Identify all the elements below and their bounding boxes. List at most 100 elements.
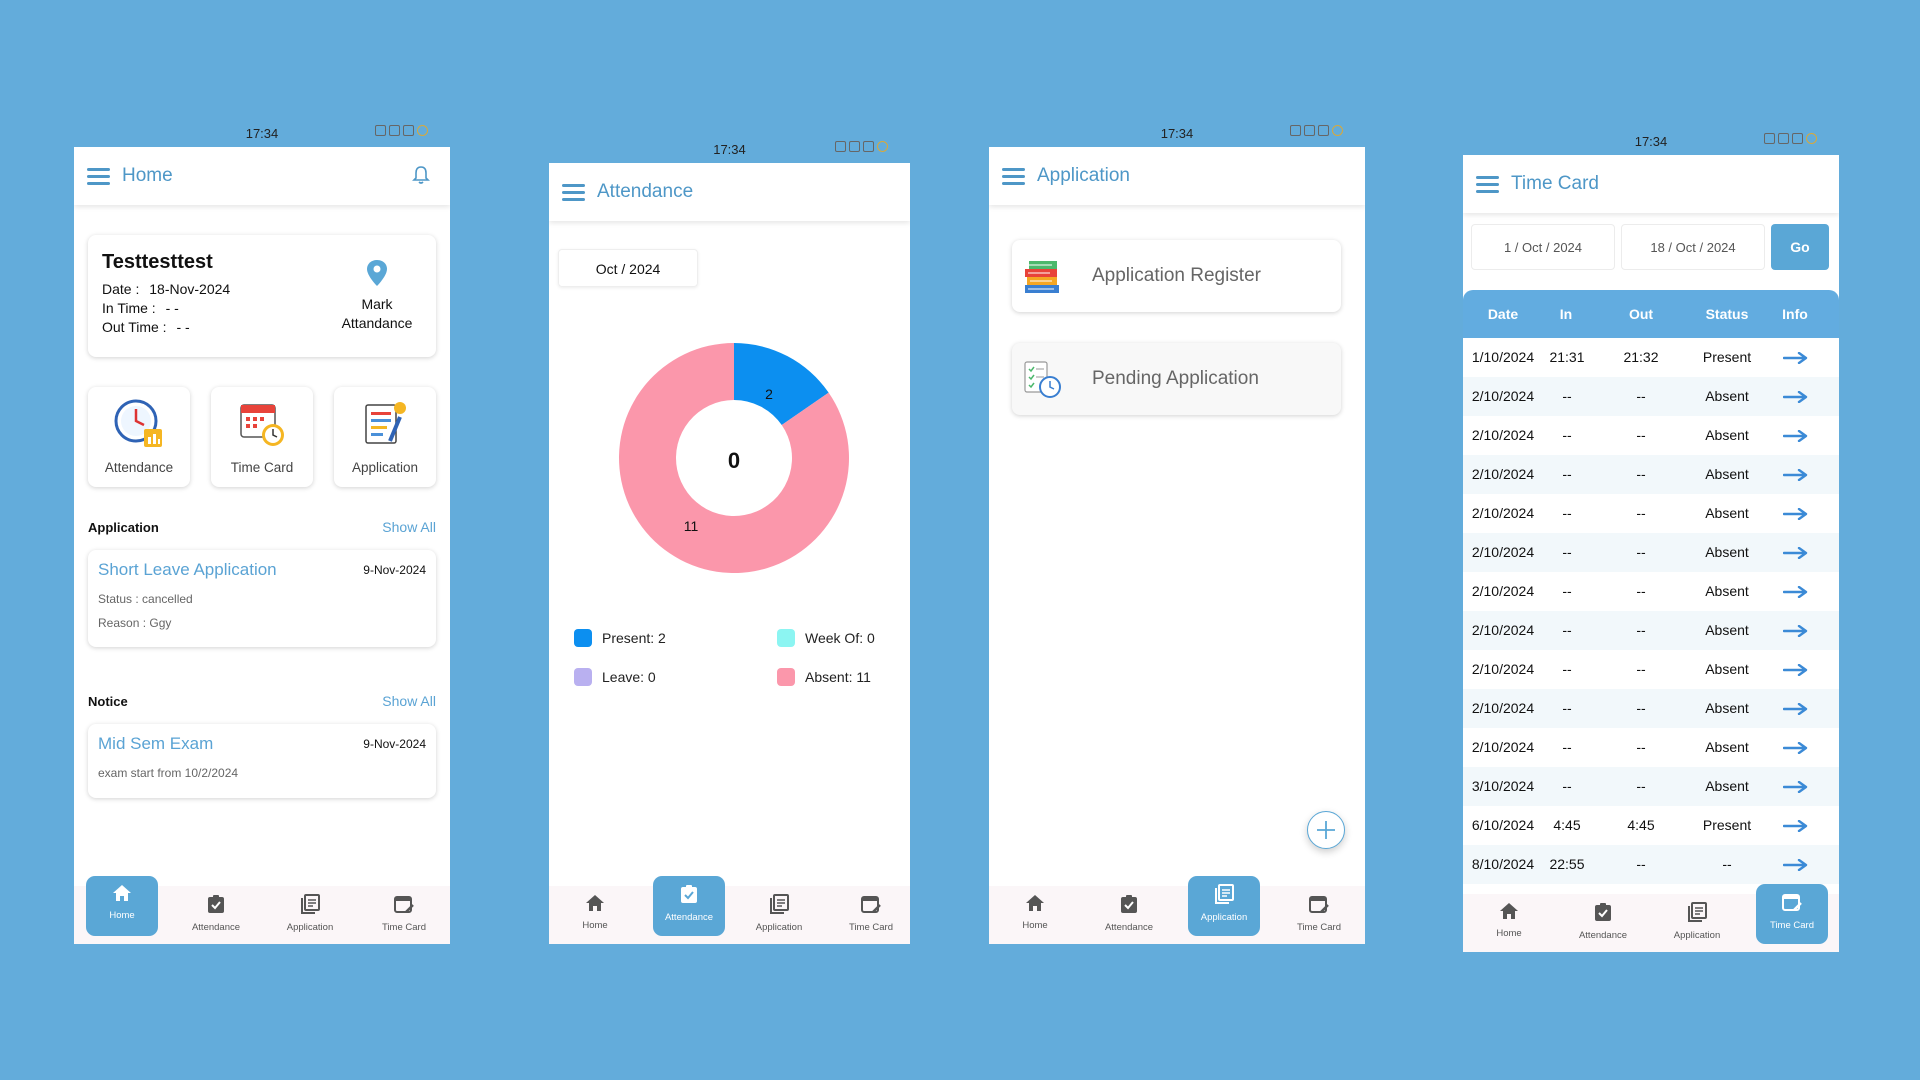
application-register-label: Application Register [1092,265,1261,286]
cell-date: 2/10/2024 [1471,583,1535,599]
menu-icon[interactable] [87,168,110,185]
application-show-all-link[interactable]: Show All [382,519,436,535]
table-row: 2/10/2024 -- -- Absent [1463,611,1839,650]
row-info-button[interactable] [1781,533,1811,572]
cell-date: 2/10/2024 [1471,544,1535,560]
attendance-tile[interactable]: Attendance [88,387,190,487]
notice-card[interactable]: Mid Sem Exam 9-Nov-2024 exam start from … [88,724,436,798]
cell-date: 2/10/2024 [1471,622,1535,638]
status-icons [375,125,428,136]
arrow-right-icon [1782,741,1808,755]
nav-home[interactable]: Home [999,886,1071,944]
menu-icon[interactable] [1476,176,1499,193]
cell-status: Absent [1705,661,1749,677]
legend-present-label: Present: 2 [602,630,666,646]
application-tile[interactable]: Application [334,387,436,487]
to-date-input[interactable]: 18 / Oct / 2024 [1621,224,1765,270]
pending-application-label: Pending Application [1092,368,1259,389]
nav-home[interactable]: Home [559,886,631,944]
nav-attendance[interactable]: Attendance [180,886,252,944]
cell-status: Absent [1705,739,1749,755]
bottom-nav: Home Attendance Application Time Card [549,876,910,944]
cell-in: -- [1562,505,1572,521]
nav-home[interactable]: Home [86,876,158,936]
header-out: Out [1628,306,1654,322]
attendance-donut-chart: 0 2 11 [619,343,849,573]
nav-timecard[interactable]: Time Card [368,886,440,944]
nav-application[interactable]: Application [743,886,815,944]
user-name: Testtesttest [102,251,213,273]
row-info-button[interactable] [1781,728,1811,767]
cell-out: -- [1636,388,1646,404]
table-row: 6/10/2024 4:45 4:45 Present [1463,806,1839,845]
row-info-button[interactable] [1781,416,1811,455]
mark-attendance-button[interactable]: Mark Attandance [332,259,422,331]
application-card[interactable]: Short Leave Application 9-Nov-2024 Statu… [88,550,436,647]
nav-attendance[interactable]: Attendance [1093,886,1165,944]
row-info-button[interactable] [1781,806,1811,845]
from-date-input[interactable]: 1 / Oct / 2024 [1471,224,1615,270]
tile-label-application: Application [351,460,419,475]
cell-status: Absent [1705,388,1749,404]
table-row: 2/10/2024 -- -- Absent [1463,689,1839,728]
cell-date: 2/10/2024 [1471,427,1535,443]
status-bar: 17:34 [989,122,1365,146]
pending-application-button[interactable]: Pending Application [1012,343,1341,415]
row-info-button[interactable] [1781,377,1811,416]
cell-status: Absent [1705,583,1749,599]
bell-icon[interactable] [412,165,430,185]
timecard-tile[interactable]: Time Card [211,387,313,487]
cell-date: 8/10/2024 [1471,856,1535,872]
nav-timecard[interactable]: Time Card [1283,886,1355,944]
row-info-button[interactable] [1781,494,1811,533]
cell-date: 2/10/2024 [1471,388,1535,404]
timecard-phone: 17:34 Time Card 1 / Oct / 2024 18 / Oct … [1463,130,1839,952]
page-title: Attendance [597,181,694,202]
table-row: 1/10/2024 21:31 21:32 Present [1463,338,1839,377]
row-info-button[interactable] [1781,611,1811,650]
nav-application[interactable]: Application [1188,876,1260,936]
arrow-right-icon [1782,663,1808,677]
app-bar: Attendance [549,163,910,221]
nav-home-label: Home [109,910,135,921]
nav-attendance-label: Attendance [191,922,241,933]
application-register-button[interactable]: Application Register [1012,240,1341,312]
table-row: 2/10/2024 -- -- Absent [1463,572,1839,611]
home-screen: Home Testtesttest Date : 18-Nov-2024 In … [74,147,450,944]
arrow-right-icon [1782,585,1808,599]
out-time-label: Out Time : [102,319,167,335]
menu-icon[interactable] [1002,168,1025,185]
row-info-button[interactable] [1781,767,1811,806]
row-info-button[interactable] [1781,572,1811,611]
nav-attendance[interactable]: Attendance [1567,894,1639,952]
status-bar: 17:34 [1463,130,1839,154]
notice-card-date: 9-Nov-2024 [363,737,426,751]
row-info-button[interactable] [1781,689,1811,728]
cell-in: -- [1562,583,1572,599]
arrow-right-icon [1782,390,1808,404]
documents-icon [770,894,789,914]
nav-application[interactable]: Application [274,886,346,944]
notice-show-all-link[interactable]: Show All [382,693,436,709]
date-label: Date : [102,281,140,297]
nav-application[interactable]: Application [1661,894,1733,952]
add-fab[interactable] [1307,811,1345,849]
clock-chart-icon [114,399,162,447]
row-info-button[interactable] [1781,845,1811,884]
nav-timecard[interactable]: Time Card [1756,884,1828,944]
row-info-button[interactable] [1781,338,1811,377]
tile-label-attendance: Attendance [104,460,174,475]
nav-attendance[interactable]: Attendance [653,876,725,936]
cell-in: -- [1562,544,1572,560]
row-info-button[interactable] [1781,455,1811,494]
nav-application-label: Application [755,922,803,933]
menu-icon[interactable] [562,184,585,201]
nav-timecard[interactable]: Time Card [835,886,907,944]
cell-out: -- [1636,700,1646,716]
clipboard-check-icon [1121,895,1137,913]
month-selector[interactable]: Oct / 2024 [558,249,698,287]
go-button[interactable]: Go [1771,224,1829,270]
nav-home[interactable]: Home [1473,894,1545,952]
cell-date: 2/10/2024 [1471,466,1535,482]
row-info-button[interactable] [1781,650,1811,689]
